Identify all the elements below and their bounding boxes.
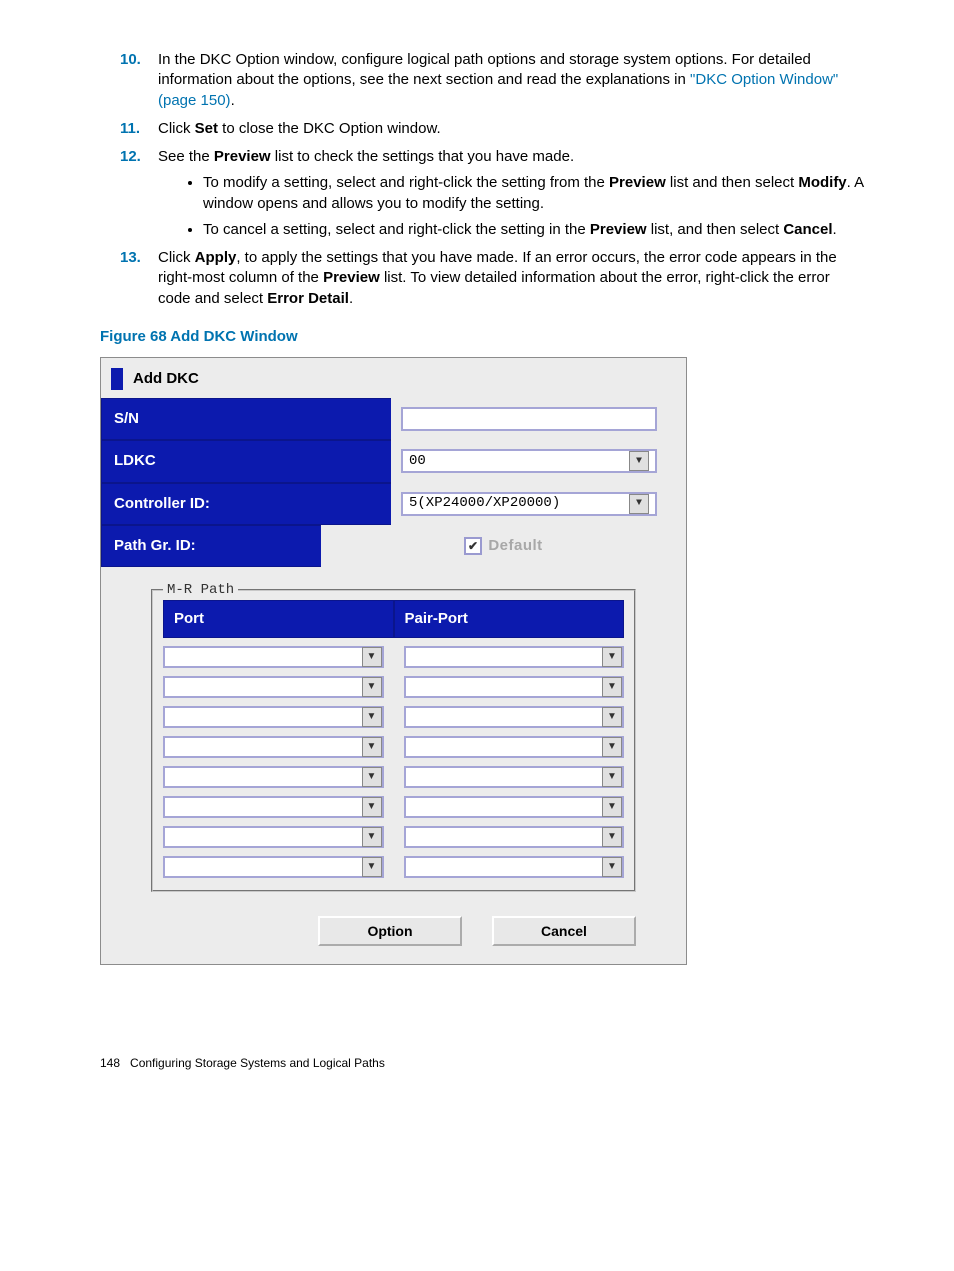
bullet-cancel: To cancel a setting, select and right-cl… (203, 220, 864, 240)
port-row: ▼▼ (163, 826, 624, 848)
ldkc-value: 00 (409, 452, 426, 471)
port-row: ▼▼ (163, 856, 624, 878)
port-row: ▼▼ (163, 796, 624, 818)
chevron-down-icon: ▼ (362, 797, 382, 817)
step-11: 11. Click Set to close the DKC Option wi… (100, 119, 864, 139)
dialog-buttons: Option Cancel (101, 906, 686, 964)
add-dkc-dialog: Add DKC S/N LDKC 00 ▼ Controller ID: 5(X… (100, 357, 687, 965)
ldkc-label: LDKC (101, 440, 391, 482)
title-accent-bar (111, 368, 123, 390)
port-select-5[interactable]: ▼ (163, 766, 384, 788)
chevron-down-icon: ▼ (602, 857, 622, 877)
pair-port-select-4[interactable]: ▼ (404, 736, 625, 758)
cancel-button[interactable]: Cancel (492, 916, 636, 946)
pair-port-select-8[interactable]: ▼ (404, 856, 625, 878)
port-row: ▼▼ (163, 676, 624, 698)
page-footer: 148 Configuring Storage Systems and Logi… (100, 1055, 864, 1071)
chevron-down-icon: ▼ (602, 797, 622, 817)
controller-select[interactable]: 5(XP24000/XP20000) ▼ (401, 492, 657, 516)
section-title: Configuring Storage Systems and Logical … (130, 1056, 385, 1070)
port-row: ▼▼ (163, 736, 624, 758)
chevron-down-icon: ▼ (362, 827, 382, 847)
step-number: 13. (120, 248, 141, 268)
default-label: Default (488, 536, 542, 556)
sub-bullets: To modify a setting, select and right-cl… (158, 173, 864, 240)
pair-port-select-7[interactable]: ▼ (404, 826, 625, 848)
chevron-down-icon: ▼ (602, 647, 622, 667)
pair-port-select-3[interactable]: ▼ (404, 706, 625, 728)
mr-header: Port Pair-Port (163, 600, 624, 638)
port-row: ▼▼ (163, 766, 624, 788)
chevron-down-icon: ▼ (629, 494, 649, 514)
dialog-title-bar: Add DKC (101, 358, 686, 398)
bullet-modify: To modify a setting, select and right-cl… (203, 173, 864, 214)
port-select-2[interactable]: ▼ (163, 676, 384, 698)
chevron-down-icon: ▼ (362, 857, 382, 877)
chevron-down-icon: ▼ (602, 827, 622, 847)
sn-label: S/N (101, 398, 391, 440)
controller-row: Controller ID: 5(XP24000/XP20000) ▼ (101, 483, 686, 525)
figure-caption: Figure 68 Add DKC Window (100, 327, 864, 347)
pair-port-header: Pair-Port (394, 600, 625, 638)
port-select-7[interactable]: ▼ (163, 826, 384, 848)
default-checkbox[interactable]: ✔ (464, 537, 482, 555)
option-button[interactable]: Option (318, 916, 462, 946)
ldkc-row: LDKC 00 ▼ (101, 440, 686, 482)
chevron-down-icon: ▼ (602, 767, 622, 787)
step-12: 12. See the Preview list to check the se… (100, 147, 864, 240)
step-text-b: . (231, 92, 235, 109)
step-13: 13. Click Apply, to apply the settings t… (100, 248, 864, 309)
chevron-down-icon: ▼ (362, 767, 382, 787)
port-select-4[interactable]: ▼ (163, 736, 384, 758)
page-number: 148 (100, 1056, 120, 1070)
port-select-6[interactable]: ▼ (163, 796, 384, 818)
step-list: 10. In the DKC Option window, configure … (100, 50, 864, 309)
port-select-3[interactable]: ▼ (163, 706, 384, 728)
chevron-down-icon: ▼ (362, 647, 382, 667)
sn-row: S/N (101, 398, 686, 440)
step-number: 12. (120, 147, 141, 167)
mr-path-legend: M-R Path (163, 581, 238, 600)
pair-port-select-6[interactable]: ▼ (404, 796, 625, 818)
pair-port-select-1[interactable]: ▼ (404, 646, 625, 668)
controller-value: 5(XP24000/XP20000) (409, 494, 560, 513)
dialog-title: Add DKC (133, 369, 199, 389)
ldkc-select[interactable]: 00 ▼ (401, 449, 657, 473)
chevron-down-icon: ▼ (602, 677, 622, 697)
chevron-down-icon: ▼ (362, 737, 382, 757)
step-number: 11. (120, 119, 140, 139)
mr-path-fieldset: M-R Path Port Pair-Port ▼▼ ▼▼ ▼▼ ▼▼ ▼▼ ▼… (151, 581, 636, 892)
step-10: 10. In the DKC Option window, configure … (100, 50, 864, 111)
port-row: ▼▼ (163, 646, 624, 668)
pathgr-row: Path Gr. ID: ✔ Default (101, 525, 686, 567)
chevron-down-icon: ▼ (602, 737, 622, 757)
port-header: Port (163, 600, 394, 638)
port-select-1[interactable]: ▼ (163, 646, 384, 668)
pair-port-select-2[interactable]: ▼ (404, 676, 625, 698)
pathgr-label: Path Gr. ID: (101, 525, 321, 567)
controller-label: Controller ID: (101, 483, 391, 525)
chevron-down-icon: ▼ (362, 707, 382, 727)
chevron-down-icon: ▼ (602, 707, 622, 727)
port-select-8[interactable]: ▼ (163, 856, 384, 878)
chevron-down-icon: ▼ (362, 677, 382, 697)
pair-port-select-5[interactable]: ▼ (404, 766, 625, 788)
port-row: ▼▼ (163, 706, 624, 728)
sn-input[interactable] (401, 407, 657, 431)
step-number: 10. (120, 50, 141, 70)
chevron-down-icon: ▼ (629, 451, 649, 471)
